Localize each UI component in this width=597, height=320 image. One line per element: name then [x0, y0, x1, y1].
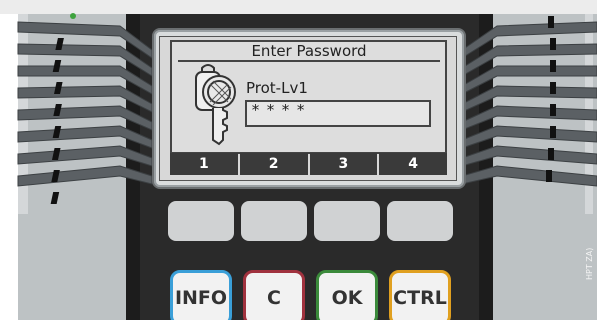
softkey-2[interactable]: 2 [239, 153, 308, 175]
password-value: **** [251, 101, 312, 119]
softkey-1[interactable]: 1 [170, 153, 238, 175]
function-key-4[interactable] [387, 201, 453, 241]
ctrl-button[interactable]: CTRL [389, 270, 451, 320]
softkey-4[interactable]: 4 [379, 153, 447, 175]
dialog-title: Enter Password [178, 42, 440, 62]
function-key-3[interactable] [314, 201, 380, 241]
status-led [70, 13, 76, 19]
function-key-1[interactable] [168, 201, 234, 241]
ok-button[interactable]: OK [316, 270, 378, 320]
protection-level-label: Prot-Lv1 [246, 79, 308, 97]
softkey-3[interactable]: 3 [309, 153, 378, 175]
info-button[interactable]: INFO [170, 270, 232, 320]
function-key-2[interactable] [241, 201, 307, 241]
protection-device: Enter Password Prot-Lv1 **** 1 2 3 4 INF… [0, 0, 597, 320]
clear-button[interactable]: C [243, 270, 305, 320]
softkey-bar: 1 2 3 4 [170, 153, 447, 175]
image-watermark: HPT ZA) [585, 247, 594, 280]
key-icon [195, 64, 236, 146]
